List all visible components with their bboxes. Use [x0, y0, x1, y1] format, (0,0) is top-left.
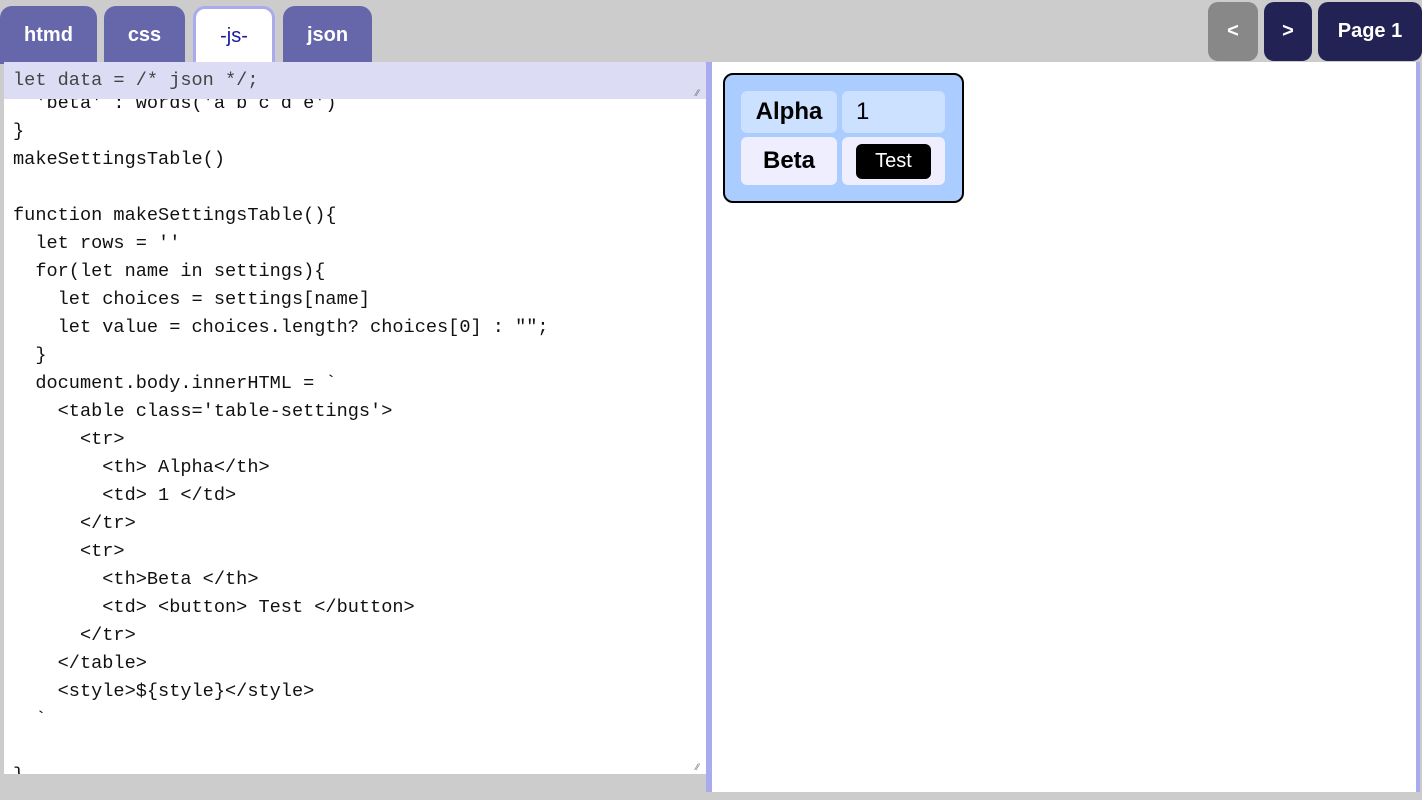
preview-pane: Alpha 1 Beta Test: [712, 62, 1416, 792]
page-indicator[interactable]: Page 1: [1318, 2, 1422, 61]
preview-border: [1416, 62, 1420, 792]
tab-css[interactable]: css: [104, 6, 185, 64]
beta-value: Test: [842, 137, 945, 185]
data-line-input[interactable]: let data = /* json */;: [4, 62, 706, 99]
beta-header: Beta: [741, 137, 837, 185]
alpha-header: Alpha: [741, 91, 837, 133]
tab-htmd[interactable]: htmd: [0, 6, 97, 64]
alpha-value: 1: [842, 91, 945, 133]
code-textarea[interactable]: 'beta' : words('a b c d e') } makeSettin…: [13, 90, 549, 774]
test-button[interactable]: Test: [856, 143, 931, 179]
settings-table: Alpha 1 Beta Test: [723, 73, 964, 203]
next-page-button[interactable]: >: [1264, 2, 1312, 61]
prev-page-button[interactable]: <: [1208, 2, 1258, 61]
code-editor[interactable]: let data = /* json */; ⁄⁄ 'beta' : words…: [4, 62, 706, 774]
tab-js[interactable]: -js-: [193, 6, 275, 64]
tab-json[interactable]: json: [283, 6, 372, 64]
resize-grip-icon[interactable]: ⁄⁄: [696, 88, 704, 98]
resize-grip-icon[interactable]: ⁄⁄: [696, 762, 704, 772]
